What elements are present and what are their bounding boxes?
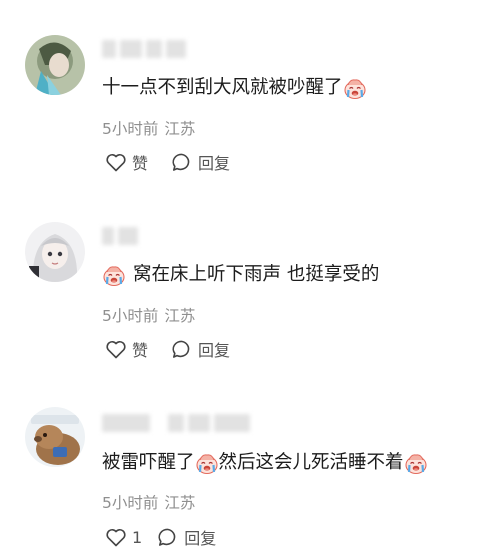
comment-actions: 赞 回复 <box>104 337 252 361</box>
comment-location: 江苏 <box>164 120 196 138</box>
like-button[interactable]: 赞 <box>104 150 148 174</box>
reply-button[interactable]: 回复 <box>156 525 216 549</box>
comment-meta: 5小时前 江苏 <box>102 117 195 139</box>
comment-meta: 5小时前 江苏 <box>102 491 195 513</box>
comment-bubble-icon <box>156 525 180 549</box>
like-label: 赞 <box>132 154 149 173</box>
reply-label: 回复 <box>198 154 231 173</box>
comment-text-part: 十一点不到刮大风就被吵醒了 <box>102 77 343 98</box>
like-button[interactable]: 1 <box>104 525 142 549</box>
comment-text: 窝在床上听下雨声 也挺享受的 <box>102 262 379 288</box>
crying-face-emoji-icon <box>343 76 367 100</box>
heart-icon <box>104 337 128 361</box>
comment-actions: 赞 回复 <box>104 150 252 174</box>
comment-text-part: 然后这会儿死活睡不着 <box>218 452 404 473</box>
comment-time: 5小时前 <box>102 494 159 512</box>
comment-location: 江苏 <box>164 494 196 512</box>
comment-location: 江苏 <box>164 307 196 325</box>
comment-bubble-icon <box>170 337 194 361</box>
comment-text: 十一点不到刮大风就被吵醒了 <box>102 75 367 101</box>
username-blurred[interactable] <box>102 227 142 247</box>
reply-label: 回复 <box>198 341 231 360</box>
reply-label: 回复 <box>184 529 217 548</box>
heart-icon <box>104 150 128 174</box>
reply-button[interactable]: 回复 <box>170 337 230 361</box>
like-button[interactable]: 赞 <box>104 337 148 361</box>
crying-face-emoji-icon <box>404 451 428 475</box>
reply-button[interactable]: 回复 <box>170 150 230 174</box>
comment-text-part: 被雷吓醒了 <box>102 452 195 473</box>
crying-face-emoji-icon <box>195 451 219 475</box>
crying-face-emoji-icon <box>102 263 126 287</box>
avatar[interactable] <box>25 222 85 282</box>
comment-text: 被雷吓醒了 然后这会儿死活睡不着 <box>102 450 428 476</box>
avatar[interactable] <box>25 407 85 467</box>
comment-time: 5小时前 <box>102 307 159 325</box>
heart-icon <box>104 525 128 549</box>
comment-actions: 1 回复 <box>104 525 238 549</box>
comment-text-part: 窝在床上听下雨声 也挺享受的 <box>133 264 380 285</box>
like-label: 赞 <box>132 341 149 360</box>
comment-meta: 5小时前 江苏 <box>102 304 195 326</box>
comment-bubble-icon <box>170 150 194 174</box>
username-blurred[interactable] <box>102 40 192 60</box>
like-count: 1 <box>132 527 143 547</box>
avatar[interactable] <box>25 35 85 95</box>
username-blurred[interactable] <box>102 414 252 434</box>
comment-time: 5小时前 <box>102 120 159 138</box>
